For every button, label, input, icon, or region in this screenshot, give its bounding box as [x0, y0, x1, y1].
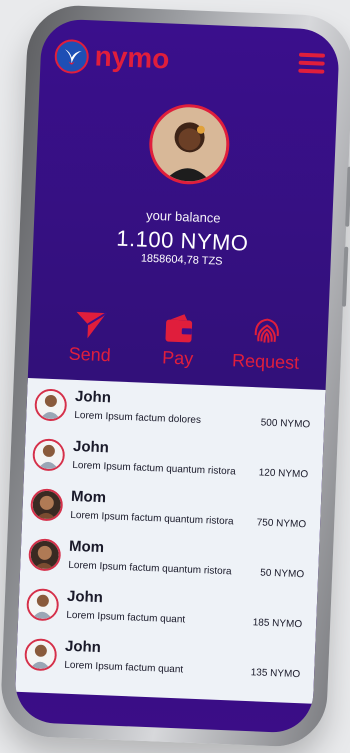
transaction-description: Lorem Ipsum factum quant — [64, 659, 184, 676]
app-screen: nymo your balance 1.100 NYMO 1858604,78 … — [13, 18, 341, 734]
transaction-description: Lorem Ipsum factum quantum ristora — [68, 559, 232, 578]
transaction-name: Mom — [68, 537, 105, 557]
transaction-description: Lorem Ipsum factum quantum ristora — [70, 509, 234, 528]
nymo-bird-icon — [54, 38, 90, 75]
transaction-amount: 500 NYMO — [260, 417, 311, 431]
send-arrow-icon — [47, 307, 134, 342]
avatar — [34, 388, 68, 422]
hamburger-menu-icon[interactable] — [298, 52, 326, 74]
transaction-description: Lorem Ipsum factum quantum ristora — [72, 459, 236, 478]
phone-frame: nymo your balance 1.100 NYMO 1858604,78 … — [0, 3, 350, 749]
transaction-name: John — [64, 637, 102, 657]
transaction-list: John Lorem Ipsum factum dolores 500 NYMO… — [15, 378, 326, 704]
fingerprint-icon — [223, 314, 310, 349]
wallet-icon — [135, 310, 222, 345]
transaction-amount: 50 NYMO — [260, 567, 305, 581]
profile-avatar[interactable] — [147, 102, 231, 186]
transaction-name: John — [74, 387, 112, 407]
avatar — [26, 588, 60, 622]
action-bar: Send Pay Request — [28, 306, 328, 378]
transaction-name: John — [72, 437, 110, 457]
transaction-description: Lorem Ipsum factum dolores — [74, 409, 202, 426]
transaction-amount: 135 NYMO — [250, 667, 301, 681]
send-label: Send — [68, 343, 112, 366]
transaction-name: John — [66, 587, 104, 607]
transaction-name: Mom — [70, 487, 107, 507]
avatar — [28, 538, 62, 572]
avatar — [32, 438, 66, 472]
transaction-amount: 750 NYMO — [256, 517, 307, 531]
volume-button — [345, 166, 350, 227]
balance-section: your balance 1.100 NYMO 1858604,78 TZS — [33, 203, 333, 272]
request-label: Request — [231, 350, 300, 373]
transaction-row[interactable]: John Lorem Ipsum factum quant 135 NYMO — [23, 636, 307, 697]
app-logo-text: nymo — [94, 40, 171, 75]
pay-button[interactable]: Pay — [134, 310, 222, 370]
transaction-amount: 185 NYMO — [252, 617, 303, 631]
send-button[interactable]: Send — [46, 307, 134, 367]
transaction-amount: 120 NYMO — [258, 467, 309, 481]
app-header: nymo — [54, 33, 326, 88]
request-button[interactable]: Request — [222, 314, 310, 374]
transaction-description: Lorem Ipsum factum quant — [66, 609, 186, 626]
pay-label: Pay — [161, 347, 194, 369]
power-button — [341, 246, 349, 307]
avatar — [30, 488, 64, 522]
avatar — [24, 638, 58, 672]
